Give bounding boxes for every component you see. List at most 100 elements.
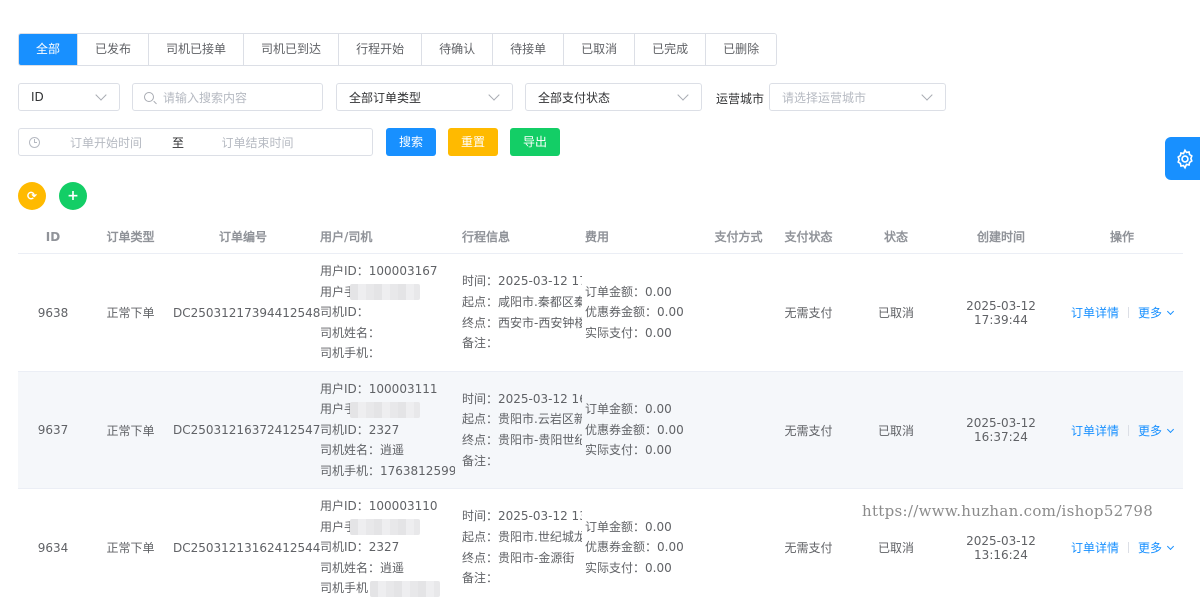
tab-driver-accepted[interactable]: 司机已接单 bbox=[149, 34, 245, 65]
driver-id: 司机ID： bbox=[320, 305, 369, 320]
col-order-no: 订单编号 bbox=[218, 230, 267, 244]
redacted-block bbox=[350, 284, 421, 301]
fee-order: 订单金额：0.00 bbox=[585, 284, 672, 299]
settings-button[interactable] bbox=[1165, 137, 1200, 180]
user-id: 用户ID：100003111 bbox=[320, 381, 438, 396]
export-button[interactable]: 导出 bbox=[510, 128, 560, 156]
cell-status: 已取消 bbox=[877, 306, 914, 320]
cell-order-no: DC25031213162412544 bbox=[173, 540, 321, 555]
cell-status: 已取消 bbox=[877, 423, 914, 438]
user-id: 用户ID：100003110 bbox=[320, 499, 438, 514]
divider bbox=[1128, 307, 1129, 318]
pay-status-select[interactable]: 全部支付状态 bbox=[525, 83, 702, 111]
cell-fee: 订单金额：0.00 优惠券金额：0.00 实际支付：0.00 bbox=[585, 282, 711, 344]
cell-id: 9637 bbox=[37, 423, 69, 437]
trip-time: 时间：2025-03-12 16:37: bbox=[462, 391, 582, 406]
cell-trip-info: 时间：2025-03-12 13:16: 起点：贵阳市.世纪城龙贤 终点：贵阳市… bbox=[455, 506, 585, 588]
fee-order: 订单金额：0.00 bbox=[585, 519, 672, 534]
driver-phone-line: 司机手机 bbox=[320, 578, 455, 599]
cell-fee: 订单金额：0.00 优惠券金额：0.00 实际支付：0.00 bbox=[585, 517, 711, 579]
user-phone-line: 用户手 bbox=[320, 282, 455, 303]
tab-completed[interactable]: 已完成 bbox=[635, 34, 707, 65]
driver-phone: 司机手机： bbox=[320, 346, 381, 361]
city-label: 运营城市 bbox=[716, 92, 765, 106]
more-label: 更多 bbox=[1138, 306, 1163, 320]
table-row: 9637 正常下单 DC25031216372412547 用户ID：10000… bbox=[18, 372, 1183, 489]
start-date-input[interactable]: 订单开始时间 bbox=[46, 134, 166, 151]
order-detail-link[interactable]: 订单详情 bbox=[1071, 304, 1119, 321]
tab-deleted[interactable]: 已删除 bbox=[706, 34, 777, 65]
chevron-down-icon bbox=[1166, 425, 1175, 433]
date-range-picker[interactable]: 订单开始时间 至 订单结束时间 bbox=[18, 128, 373, 156]
fee-coupon: 优惠券金额：0.00 bbox=[585, 422, 684, 437]
fee-paid: 实际支付：0.00 bbox=[585, 560, 672, 575]
order-detail-link[interactable]: 订单详情 bbox=[1071, 539, 1119, 556]
fee-paid: 实际支付：0.00 bbox=[585, 325, 672, 340]
search-input[interactable]: 请输入搜索内容 bbox=[132, 83, 323, 111]
cell-order-no: DC25031217394412548 bbox=[173, 305, 321, 320]
user-id: 用户ID：100003167 bbox=[320, 264, 438, 279]
search-button[interactable]: 搜索 bbox=[386, 128, 436, 156]
user-phone-line: 用户手 bbox=[320, 399, 455, 420]
chevron-down-icon bbox=[95, 89, 107, 101]
chevron-down-icon bbox=[677, 89, 689, 101]
order-detail-link[interactable]: 订单详情 bbox=[1071, 422, 1119, 439]
more-dropdown[interactable]: 更多 bbox=[1138, 422, 1175, 439]
watermark-text: https://www.huzhan.com/ishop52798 bbox=[862, 502, 1154, 520]
tab-pending-confirm[interactable]: 待确认 bbox=[422, 34, 494, 65]
chevron-down-icon bbox=[1166, 542, 1175, 551]
orders-table: ID 订单类型 订单编号 用户/司机 行程信息 费用 支付方式 支付状态 状态 … bbox=[18, 220, 1183, 602]
divider bbox=[1128, 542, 1129, 553]
cell-status: 已取消 bbox=[877, 541, 914, 555]
cell-actions: 订单详情 更多 bbox=[1061, 539, 1183, 556]
fee-coupon: 优惠券金额：0.00 bbox=[585, 540, 684, 555]
col-actions: 操作 bbox=[1109, 230, 1134, 244]
trip-end: 终点：贵阳市-金源街 bbox=[462, 550, 575, 565]
redacted-block bbox=[350, 401, 421, 418]
pay-status-value: 全部支付状态 bbox=[538, 90, 611, 105]
driver-phone: 司机手机：17638125990 bbox=[320, 463, 455, 478]
search-icon bbox=[144, 92, 154, 102]
tab-driver-arrived[interactable]: 司机已到达 bbox=[244, 34, 340, 65]
end-date-input[interactable]: 订单结束时间 bbox=[190, 134, 325, 151]
status-tabs: 全部 已发布 司机已接单 司机已到达 行程开始 待确认 待接单 已取消 已完成 … bbox=[18, 33, 778, 66]
tab-published[interactable]: 已发布 bbox=[78, 34, 150, 65]
search-field-value: ID bbox=[31, 90, 44, 104]
city-select[interactable]: 请选择运营城市 bbox=[769, 83, 946, 111]
chevron-down-icon bbox=[488, 89, 500, 101]
tab-pending-accept[interactable]: 待接单 bbox=[493, 34, 565, 65]
plus-icon: + bbox=[67, 188, 79, 204]
order-type-select[interactable]: 全部订单类型 bbox=[336, 83, 513, 111]
search-field-select[interactable]: ID bbox=[18, 83, 120, 111]
col-fee: 费用 bbox=[585, 230, 610, 244]
trip-note: 备注： bbox=[462, 571, 499, 586]
cell-actions: 订单详情 更多 bbox=[1061, 422, 1183, 439]
range-separator: 至 bbox=[171, 135, 184, 150]
trip-time: 时间：2025-03-12 17:39: bbox=[462, 274, 582, 289]
tab-all[interactable]: 全部 bbox=[19, 34, 79, 65]
driver-name: 司机姓名：逍遥 bbox=[320, 443, 405, 458]
cell-fee: 订单金额：0.00 优惠券金额：0.00 实际支付：0.00 bbox=[585, 399, 711, 461]
table-row: 9638 正常下单 DC25031217394412548 用户ID：10000… bbox=[18, 254, 1183, 372]
trip-note: 备注： bbox=[462, 336, 499, 351]
trip-start: 起点：贵阳市.云岩区新添 bbox=[462, 412, 582, 427]
col-trip-info: 行程信息 bbox=[462, 230, 511, 244]
col-pay-method: 支付方式 bbox=[714, 230, 763, 244]
tab-trip-started[interactable]: 行程开始 bbox=[339, 34, 423, 65]
cell-order-no: DC25031216372412547 bbox=[173, 423, 321, 437]
more-dropdown[interactable]: 更多 bbox=[1138, 539, 1175, 556]
tab-cancelled[interactable]: 已取消 bbox=[564, 34, 636, 65]
chevron-down-icon bbox=[921, 89, 933, 101]
trip-note: 备注： bbox=[462, 453, 499, 468]
more-label: 更多 bbox=[1138, 541, 1163, 555]
cell-created-time: 2025-03-12 16:37:24 bbox=[966, 416, 1036, 444]
refresh-button[interactable]: ⟳ bbox=[18, 182, 46, 210]
col-pay-status: 支付状态 bbox=[784, 230, 833, 244]
reset-button[interactable]: 重置 bbox=[448, 128, 498, 156]
add-button[interactable]: + bbox=[59, 182, 87, 210]
cell-trip-info: 时间：2025-03-12 16:37: 起点：贵阳市.云岩区新添 终点：贵阳市… bbox=[455, 389, 585, 471]
more-dropdown[interactable]: 更多 bbox=[1138, 304, 1175, 321]
cell-trip-info: 时间：2025-03-12 17:39: 起点：咸阳市.秦都区秦创 终点：西安市… bbox=[455, 271, 585, 353]
user-phone-line: 用户手 bbox=[320, 517, 455, 538]
col-status: 状态 bbox=[883, 230, 908, 244]
